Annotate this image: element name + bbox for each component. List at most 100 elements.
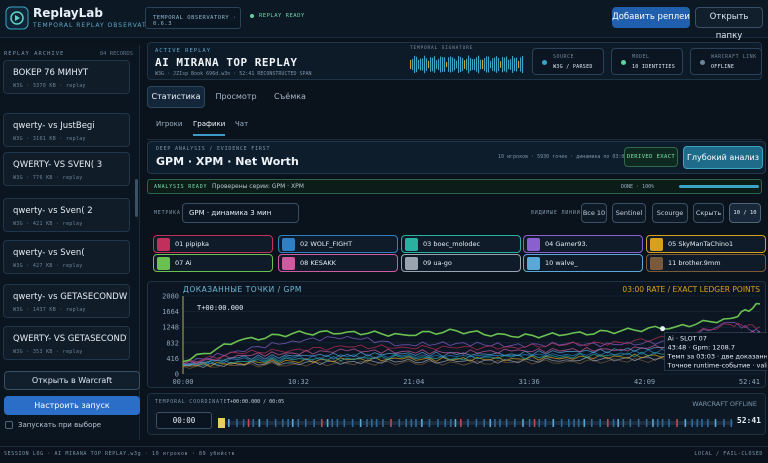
source-value: W3G / PARSED xyxy=(553,64,593,70)
replay-ready-label: REPLAY READY xyxy=(259,13,305,19)
subtab-players[interactable]: Игроки xyxy=(156,120,182,128)
tab-view[interactable]: Просмотр xyxy=(211,86,261,108)
timeline-event-mark xyxy=(236,419,238,427)
app-name: ReplayLab xyxy=(33,6,103,20)
timeline-event-mark xyxy=(696,419,699,427)
x-tick-label: 52:41 xyxy=(739,378,760,386)
timeline-event-mark xyxy=(691,419,694,427)
deep-analysis-button[interactable]: Глубокий анализ xyxy=(683,146,763,169)
replay-list-item[interactable]: qwerty- vs Sven(W3G · 427 KB · replay xyxy=(3,240,130,274)
signature-bar xyxy=(448,57,450,72)
open-in-warcraft-button[interactable]: Открыть в Warcraft xyxy=(4,371,140,390)
filter-all-button[interactable]: Все 10 xyxy=(581,203,607,223)
player-chip[interactable]: 02 WOLF_FIGHT xyxy=(278,235,398,253)
timeline-handle[interactable] xyxy=(218,418,225,428)
configure-launch-button[interactable]: Настроить запуск xyxy=(4,396,140,415)
open-folder-button[interactable]: Открыть папку xyxy=(695,7,763,41)
warcraft-offline-label: WARCRAFT OFFLINE xyxy=(692,400,757,408)
sidebar-scrollbar[interactable] xyxy=(135,179,138,217)
timeline-event-mark xyxy=(450,419,452,427)
player-chip[interactable]: 09 ua-go xyxy=(401,254,521,272)
timeline-event-mark xyxy=(304,419,307,427)
visible-lines-label: ВИДИМЫЕ ЛИНИИ xyxy=(531,210,581,216)
derived-exact-badge: DERIVED EXACT xyxy=(624,147,678,167)
player-chip[interactable]: 05 SkyManTaChino1 xyxy=(646,235,766,253)
signature-bar xyxy=(442,57,444,72)
timeline-event-mark xyxy=(410,419,413,427)
tab-statistics[interactable]: Статистика xyxy=(147,86,205,108)
timeline-event-mark xyxy=(656,419,659,427)
replay-list-item[interactable]: QWERTY- VS SVEN( 3 W3G · 776 KB · replay xyxy=(3,152,130,186)
replay-list-item[interactable]: QWERTY- VS GETASECONDWIND W3G · 353 KB · … xyxy=(3,326,130,360)
replay-meta: W3G · 421 KB · replay xyxy=(13,221,83,227)
version-chip: TEMPORAL OBSERVATORY · 0.6.3 xyxy=(145,7,241,29)
timeline-event-mark xyxy=(266,419,269,427)
status-mode: LOCAL / FAIL-CLOSED xyxy=(694,451,763,457)
timeline-end-time: 52:41 xyxy=(736,416,761,425)
metric-select[interactable]: GPM · динамика 3 мин xyxy=(182,203,299,223)
timeline-event-mark xyxy=(606,419,609,427)
tab-capture[interactable]: Съёмка xyxy=(267,86,313,108)
y-tick-label: 416 xyxy=(166,355,179,363)
player-chip[interactable]: 03 boec_molodec xyxy=(401,235,521,253)
replay-list-item[interactable]: qwerty- vs GETASECONDWIND 2 W3G · 1437 KB… xyxy=(3,284,130,318)
y-tick-label: 2080 xyxy=(162,293,179,301)
player-chip[interactable]: 10 walve_ xyxy=(523,254,643,272)
player-name: 09 ua-go xyxy=(423,259,452,267)
player-chip[interactable]: 11 brother.9mm xyxy=(646,254,766,272)
player-name: 01 pipipka xyxy=(175,240,209,248)
signature-bar xyxy=(444,57,446,72)
timeline-event-mark xyxy=(428,419,431,427)
replay-list-item[interactable]: qwerty- vs Sven( 2 W3G · 421 KB · replay xyxy=(3,198,130,232)
timeline-time-input[interactable]: 00:00 xyxy=(156,412,212,429)
signature-bar xyxy=(482,59,484,70)
signature-bar xyxy=(466,58,468,71)
player-chip[interactable]: 07 Ai xyxy=(153,254,273,272)
replay-meta: W3G · 776 KB · replay xyxy=(13,175,83,181)
launch-on-select-checkbox[interactable]: Запускать при выборе xyxy=(5,421,101,429)
subtab-graphs[interactable]: Графики xyxy=(193,120,226,136)
filter-hide-button[interactable]: Скрыть xyxy=(693,203,724,223)
signature-bar xyxy=(452,57,454,72)
timeline-event-mark xyxy=(538,419,541,427)
timeline-event-mark xyxy=(336,419,339,427)
player-chip[interactable]: 08 KESAKK xyxy=(278,254,398,272)
analysis-ready-kicker: ANALYSIS READY xyxy=(154,184,208,190)
timeline-event-mark xyxy=(544,419,547,427)
chart-title: ДОКАЗАННЫЕ ТОЧКИ / GPM xyxy=(183,285,302,294)
replay-title: qwerty- vs Sven( xyxy=(13,248,85,258)
tooltip-line: Ai · SLOT 07 xyxy=(668,335,707,343)
timeline-event-mark xyxy=(444,419,447,427)
timeline-event-mark xyxy=(460,419,462,427)
signature-bar xyxy=(480,59,482,70)
y-tick-label: 1664 xyxy=(162,308,179,316)
hero-avatar-icon xyxy=(405,238,418,251)
timeline-event-mark xyxy=(366,419,368,427)
temporal-signature-label: TEMPORAL SIGNATURE xyxy=(410,46,474,51)
model-key: MODEL xyxy=(632,54,650,60)
player-name: 04 Gamer93. xyxy=(545,240,588,248)
temporal-coordinate-value: T+00:00.000 / 00:05 xyxy=(227,399,285,405)
replay-list-item[interactable]: BOKEP 76 МИНУТ W3G · 3370 KB · replay xyxy=(3,60,130,94)
model-indicator: MODEL 10 IDENTITIES xyxy=(611,48,683,75)
archive-heading: REPLAY ARCHIVE xyxy=(4,51,65,57)
timeline-event-mark xyxy=(676,419,678,427)
subtab-chat[interactable]: Чат xyxy=(235,120,248,128)
timeline-event-mark xyxy=(475,419,478,427)
replay-list-item[interactable]: qwerty- vs JustBegi W3G · 3101 KB · repla… xyxy=(3,113,130,147)
filter-sentinel-button[interactable]: Sentinel xyxy=(612,203,646,223)
timeline-event-mark xyxy=(533,419,536,427)
signature-bar xyxy=(522,55,524,74)
timeline-event-mark xyxy=(331,419,334,427)
player-chip[interactable]: 01 pipipka xyxy=(153,235,273,253)
add-replays-button[interactable]: Добавить реплеи xyxy=(612,7,690,28)
filter-scourge-button[interactable]: Scourge xyxy=(652,203,688,223)
timeline-event-mark xyxy=(494,419,496,427)
deep-analysis-kicker: DEEP ANALYSIS / EVIDENCE FIRST xyxy=(156,146,271,152)
player-name: 07 Ai xyxy=(175,259,192,267)
timeline-track[interactable] xyxy=(218,418,733,428)
signature-bar xyxy=(412,58,414,71)
player-chip[interactable]: 04 Gamer93. xyxy=(523,235,643,253)
signature-bar xyxy=(520,57,522,72)
visible-lines-count: 10 / 10 xyxy=(729,203,761,223)
